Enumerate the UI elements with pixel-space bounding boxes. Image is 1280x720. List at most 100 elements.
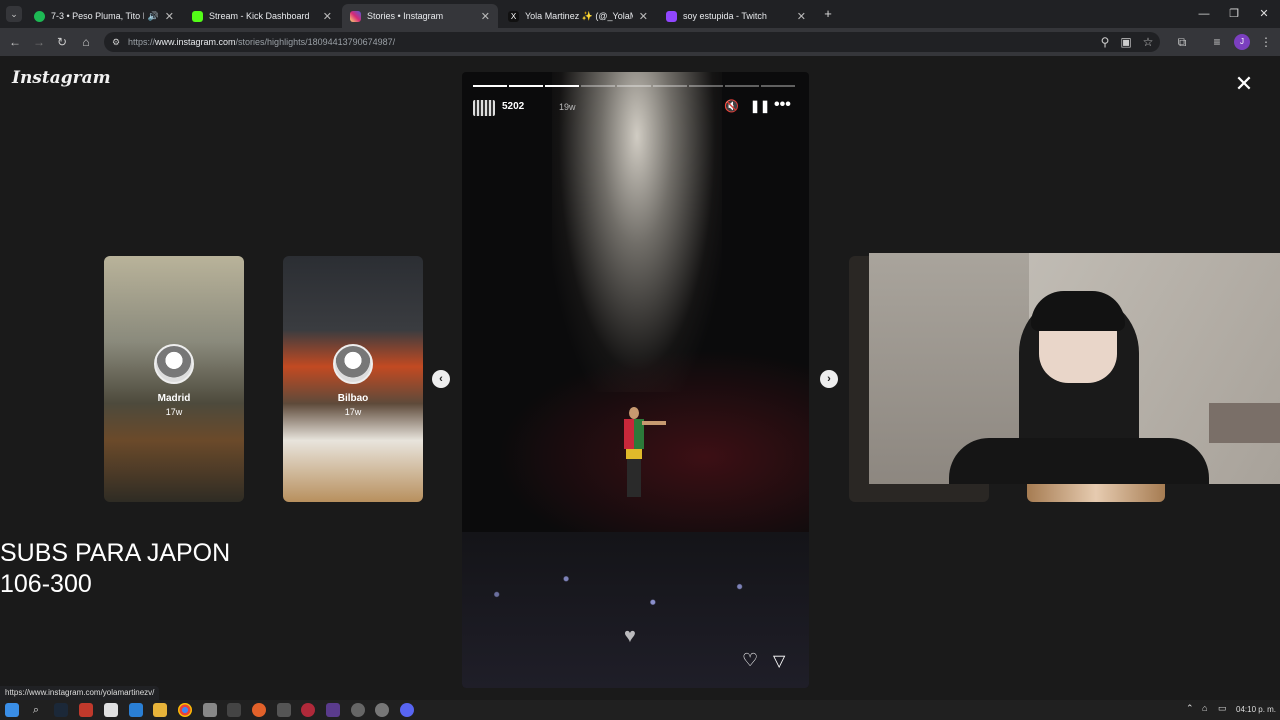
edge-icon[interactable] xyxy=(129,703,143,717)
progress-segment xyxy=(761,85,795,87)
story-username[interactable]: 5202 xyxy=(502,101,524,112)
progress-segment xyxy=(725,85,759,87)
site-info-icon[interactable]: ⚙ xyxy=(112,32,120,52)
like-icon[interactable]: ♡ xyxy=(742,650,758,671)
tab-title: 7-3 • Peso Pluma, Tito Doub xyxy=(51,11,144,21)
highlight-age: 17w xyxy=(344,407,362,417)
progress-segment xyxy=(581,85,615,87)
close-icon[interactable]: ✕ xyxy=(1232,72,1256,96)
highlight-next-2[interactable] xyxy=(1027,484,1165,502)
progress-segment xyxy=(509,85,543,87)
windows-taskbar xyxy=(0,700,1280,720)
notepad-icon[interactable] xyxy=(104,703,118,717)
share-icon[interactable]: ▽ xyxy=(773,651,785,671)
x-icon: X xyxy=(508,10,519,22)
forward-icon[interactable]: → xyxy=(30,33,48,51)
network-icon[interactable]: ⌂ xyxy=(1202,703,1207,713)
mute-icon[interactable]: 🔇 xyxy=(724,99,739,113)
chrome-icon[interactable] xyxy=(178,703,192,717)
app-icon[interactable] xyxy=(227,703,241,717)
highlight-name: Bilbao xyxy=(337,393,369,404)
kick-icon xyxy=(192,10,203,22)
app-icon[interactable] xyxy=(277,703,291,717)
tab-title: soy estupida - Twitch xyxy=(683,11,767,21)
window-close-button[interactable]: ✕ xyxy=(1249,4,1279,24)
back-icon[interactable]: ← xyxy=(6,33,24,51)
app-icon[interactable] xyxy=(252,703,266,717)
discord-icon[interactable] xyxy=(400,703,414,717)
instagram-logo[interactable]: Instagram xyxy=(12,68,111,88)
profile-avatar[interactable]: J xyxy=(1234,34,1250,50)
bookmark-star-icon[interactable]: ☆ xyxy=(1139,33,1157,51)
heart-reaction-icon: ♥ xyxy=(624,625,636,647)
progress-segment xyxy=(653,85,687,87)
highlight-bilbao[interactable]: Bilbao 17w xyxy=(283,256,423,502)
url-prefix: https:// xyxy=(128,37,156,47)
app-icon[interactable] xyxy=(79,703,93,717)
zoom-icon[interactable]: ⚲ xyxy=(1096,33,1114,51)
restore-button[interactable]: ❐ xyxy=(1219,4,1249,24)
tab-close-icon[interactable]: ✕ xyxy=(323,10,332,23)
app-icon[interactable] xyxy=(203,703,217,717)
previous-story-button[interactable]: ‹ xyxy=(432,370,450,388)
stream-overlay-text: SUBS PARA JAPON 106-300 xyxy=(0,539,231,598)
tab-spotify[interactable]: 7-3 • Peso Pluma, Tito Doub 🔊 ✕ xyxy=(26,4,182,28)
clock[interactable]: 04:10 p. m. xyxy=(1236,702,1276,718)
minimize-button[interactable]: — xyxy=(1189,4,1219,24)
start-icon[interactable] xyxy=(5,703,19,717)
url-host: www.instagram.com xyxy=(155,37,236,47)
display-icon[interactable]: ▭ xyxy=(1218,703,1227,714)
extensions-icon[interactable]: ⧉ xyxy=(1173,33,1191,51)
progress-segment xyxy=(473,85,507,87)
new-tab-button[interactable]: + xyxy=(820,6,836,22)
tray-chevron-icon[interactable]: ⌃ xyxy=(1186,703,1194,714)
steam-icon[interactable] xyxy=(54,703,68,717)
progress-segment xyxy=(689,85,723,87)
story-age: 19w xyxy=(559,102,576,112)
highlight-name: Madrid xyxy=(157,393,191,404)
performer-figure xyxy=(622,407,666,497)
search-icon[interactable]: ⌕ xyxy=(29,703,43,717)
tab-close-icon[interactable]: ✕ xyxy=(481,10,490,23)
tab-title: Stream - Kick Dashboard xyxy=(209,11,310,21)
tab-twitch[interactable]: soy estupida - Twitch ✕ xyxy=(658,4,814,28)
more-options-icon[interactable]: ••• xyxy=(774,96,791,114)
instagram-icon xyxy=(350,10,361,22)
twitch-icon xyxy=(666,10,677,22)
address-bar[interactable]: ⚙ https://www.instagram.com/stories/high… xyxy=(104,32,1160,52)
reload-icon[interactable]: ↻ xyxy=(53,33,71,51)
avatar xyxy=(154,344,194,384)
tab-x[interactable]: X Yola Martinez ✨ (@_YolaMartin ✕ xyxy=(500,4,656,28)
file-explorer-icon[interactable] xyxy=(153,703,167,717)
app-icon[interactable] xyxy=(375,703,389,717)
tab-instagram[interactable]: Stories • Instagram ✕ xyxy=(342,4,498,28)
spotify-icon xyxy=(34,10,45,22)
progress-segment xyxy=(617,85,651,87)
highlight-age: 17w xyxy=(165,407,183,417)
url-path: /stories/highlights/18094413790674987/ xyxy=(235,37,396,47)
avatar xyxy=(333,344,373,384)
home-icon[interactable]: ⌂ xyxy=(77,33,95,51)
tab-kick[interactable]: Stream - Kick Dashboard ✕ xyxy=(184,4,340,28)
tab-close-icon[interactable]: ✕ xyxy=(165,10,174,23)
speaker-icon: 🔊 xyxy=(147,10,159,21)
progress-segment xyxy=(545,85,579,87)
app-icon[interactable] xyxy=(326,703,340,717)
obs-icon[interactable] xyxy=(351,703,365,717)
highlight-madrid[interactable]: Madrid 17w xyxy=(104,256,244,502)
tab-close-icon[interactable]: ✕ xyxy=(797,10,806,23)
webcam-overlay xyxy=(869,253,1280,484)
tab-title: Stories • Instagram xyxy=(367,11,444,21)
status-bar-url: https://www.instagram.com/yolamartinezv/ xyxy=(0,686,160,700)
cast-icon[interactable]: ▣ xyxy=(1117,33,1135,51)
next-story-button[interactable]: › xyxy=(820,370,838,388)
story-viewer[interactable]: 5202 19w 🔇 ❚❚ ••• ♥ ♡ ▽ xyxy=(462,72,809,688)
story-avatar[interactable] xyxy=(473,100,495,116)
tab-search-button[interactable]: ⌄ xyxy=(6,6,22,22)
app-icon[interactable] xyxy=(301,703,315,717)
browser-menu-icon[interactable]: ⋮ xyxy=(1257,33,1275,51)
pause-icon[interactable]: ❚❚ xyxy=(750,99,770,113)
tab-close-icon[interactable]: ✕ xyxy=(639,10,648,23)
media-control-icon[interactable]: ≡ xyxy=(1208,33,1226,51)
tab-title: Yola Martinez ✨ (@_YolaMartin xyxy=(525,10,633,21)
